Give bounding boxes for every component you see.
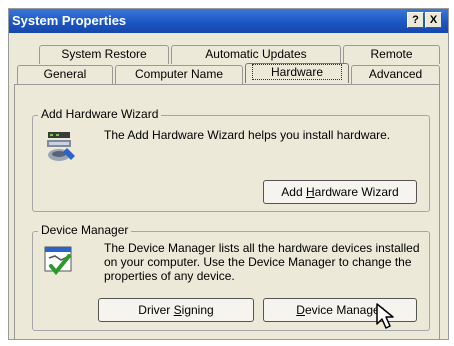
tab-general[interactable]: General bbox=[17, 65, 113, 84]
tab-computer-name[interactable]: Computer Name bbox=[115, 65, 243, 84]
help-button[interactable]: ? bbox=[407, 12, 424, 28]
driver-signing-button[interactable]: Driver Signing bbox=[98, 298, 254, 322]
device-manager-description: The Device Manager lists all the hardwar… bbox=[104, 241, 420, 283]
mouse-cursor-icon bbox=[376, 303, 394, 329]
tab-hardware-label: Hardware bbox=[251, 64, 343, 80]
tab-hardware[interactable]: Hardware bbox=[245, 63, 349, 83]
device-manager-icon bbox=[44, 246, 72, 276]
tab-automatic-updates[interactable]: Automatic Updates bbox=[171, 45, 341, 64]
tab-system-restore[interactable]: System Restore bbox=[39, 45, 169, 64]
window-title: System Properties bbox=[12, 13, 127, 28]
close-button[interactable]: X bbox=[425, 12, 442, 28]
system-properties-window: System Properties ? X System Restore Aut… bbox=[8, 8, 449, 340]
add-hardware-wizard-group: Add Hardware Wizard The Add Hardware Wiz… bbox=[32, 107, 430, 212]
add-hardware-wizard-description: The Add Hardware Wizard helps you instal… bbox=[104, 128, 391, 142]
add-hardware-wizard-group-title: Add Hardware Wizard bbox=[38, 107, 162, 121]
add-hardware-wizard-button[interactable]: Add Hardware Wizard bbox=[263, 180, 417, 204]
tab-advanced[interactable]: Advanced bbox=[351, 65, 440, 84]
device-manager-group: Device Manager The Device Manager lists … bbox=[32, 223, 430, 331]
add-hardware-wizard-icon bbox=[47, 132, 75, 161]
title-bar: System Properties ? X bbox=[9, 9, 448, 33]
device-manager-group-title: Device Manager bbox=[38, 223, 132, 237]
tab-remote[interactable]: Remote bbox=[343, 45, 440, 64]
